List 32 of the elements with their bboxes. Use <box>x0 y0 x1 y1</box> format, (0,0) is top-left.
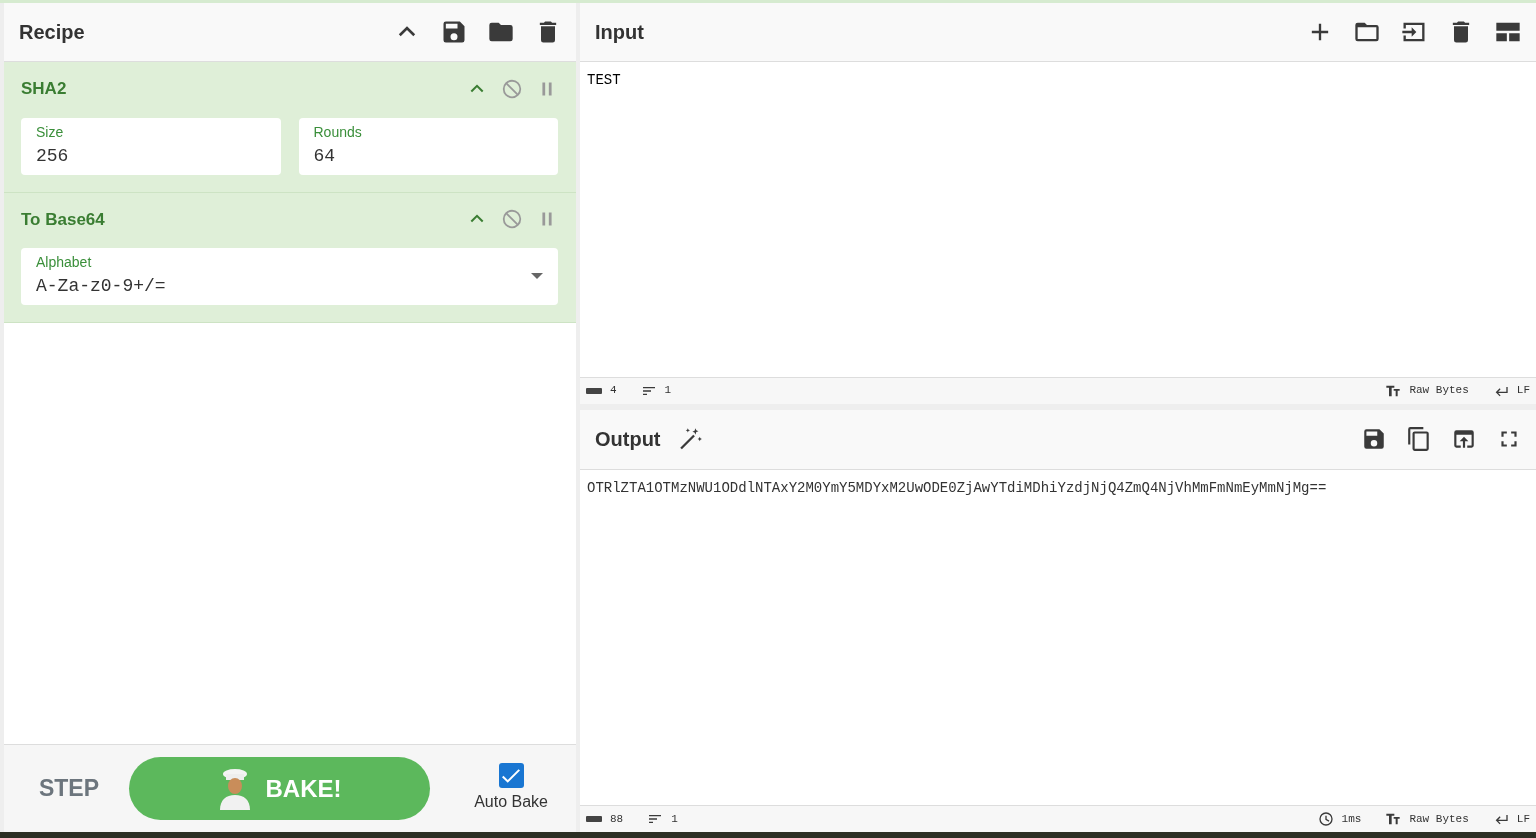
copy-button[interactable] <box>1406 426 1432 452</box>
chef-icon <box>217 767 252 810</box>
panel-title: Input <box>595 20 644 44</box>
input-field[interactable]: Rounds 64 <box>298 117 558 175</box>
length-text: 4 <box>610 383 617 399</box>
line-ending-text: LF <box>1516 383 1530 399</box>
save-button[interactable] <box>1361 426 1387 452</box>
lines-text: 1 <box>664 383 672 399</box>
disable-icon <box>501 208 523 231</box>
line-ending-text: LF <box>1516 811 1530 827</box>
save-icon <box>1361 426 1387 452</box>
input-field[interactable]: Size 256 <box>21 117 281 175</box>
output-text: OTRlZTA1OTMzNWU1ODdlNTAxY2M0YmY5MDYxM2UwODE0ZjAwYTdiMDhiYzdjNjQ4ZmQ4NjVhMmFmNmEyMmNjMg== <box>586 478 1328 498</box>
auto-bake-label: Auto Bake <box>474 792 548 812</box>
operation-title: To Base64 <box>21 208 105 231</box>
encoding-icon <box>1385 811 1402 827</box>
timer-text: 1ms <box>1341 811 1362 827</box>
copy-icon <box>1406 426 1432 452</box>
caret-icon <box>531 273 543 279</box>
timer-icon <box>1317 811 1334 827</box>
length-text: 88 <box>610 811 624 827</box>
operation-title: SHA2 <box>21 78 67 100</box>
encoding-text: Raw Bytes <box>1409 383 1469 399</box>
dropdown-field[interactable]: Alphabet A-Za-z0-9+/= <box>21 248 558 305</box>
panel-title: Recipe <box>19 20 85 44</box>
disable-icon <box>501 77 523 100</box>
auto-bake-checkbox[interactable] <box>498 763 524 788</box>
check-icon <box>502 768 521 783</box>
encoding-text: Raw Bytes <box>1409 811 1469 827</box>
step-button[interactable]: STEP <box>24 771 114 806</box>
panel-title: Output <box>595 427 661 451</box>
lines-text: 1 <box>671 811 678 827</box>
